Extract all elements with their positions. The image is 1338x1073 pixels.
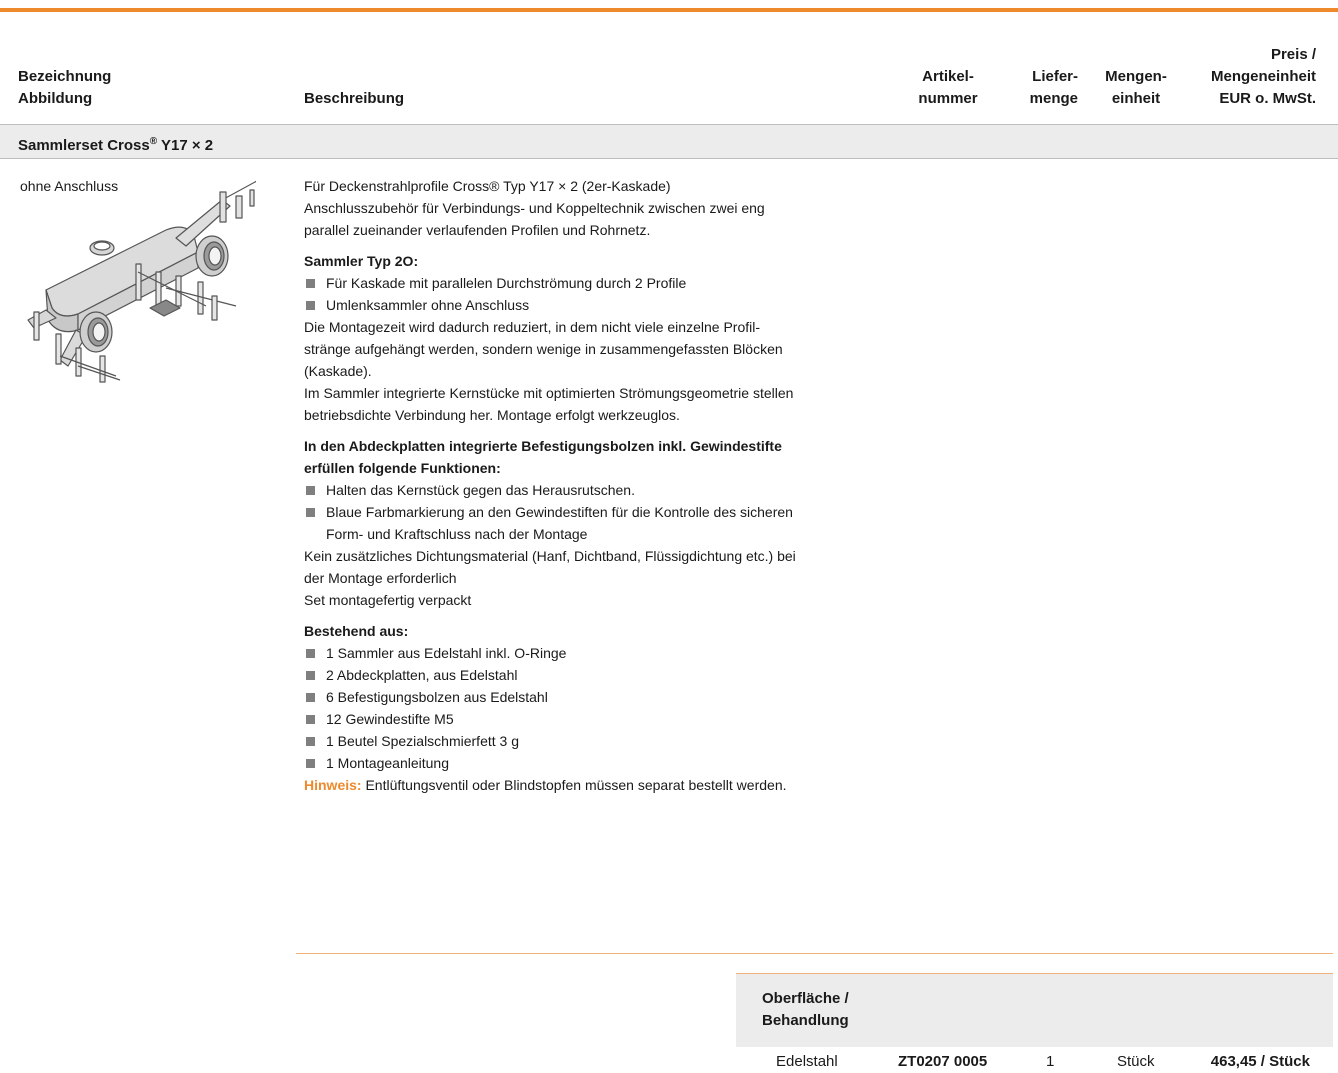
list-item-text: 1 Sammler aus Edelstahl inkl. O-Ringe xyxy=(326,645,567,661)
header-mengeneinheit-line1: Mengen- xyxy=(1105,68,1167,85)
paragraph-line: der Montage erforderlich xyxy=(304,570,457,586)
header-preis-line3: EUR o. MwSt. xyxy=(1219,90,1316,107)
list-item-text: Umlenksammler ohne Anschluss xyxy=(326,297,530,313)
list-item: Halten das Kernstück gegen das Herausrut… xyxy=(304,479,904,501)
bullet-square-icon xyxy=(306,737,315,746)
subtable-header-oberflaeche: Oberfläche / Behandlung xyxy=(762,988,849,1032)
header-liefermenge: Liefer- menge xyxy=(1010,66,1078,110)
cell-article-number: ZT0207 0005 xyxy=(898,1053,988,1070)
list-item-text: 2 Abdeckplatten, aus Edelstahl xyxy=(326,667,518,683)
header-mengeneinheit: Mengen- einheit xyxy=(1092,66,1180,110)
heading-befestigung-line2: erfüllen folgende Funktionen: xyxy=(304,460,501,476)
list-item: 6 Befestigungsbolzen aus Edelstahl xyxy=(304,686,904,708)
section-divider xyxy=(296,953,1333,954)
list-item-text: Für Kaskade mit parallelen Durchströmung… xyxy=(326,275,687,291)
list-item-text: Blaue Farbmarkierung an den Gewindestift… xyxy=(326,504,793,520)
header-preis-line2: Mengeneinheit xyxy=(1210,68,1316,85)
list-item-text: 12 Gewindestifte M5 xyxy=(326,711,454,727)
header-bezeichnung: Bezeichnung Abbildung xyxy=(18,66,111,110)
list-item-continuation: Form- und Kraftschluss nach der Montage xyxy=(326,526,588,542)
cell-price: 463,45 / Stück xyxy=(1210,1053,1310,1070)
bullet-square-icon xyxy=(306,649,315,658)
header-artikelnummer: Artikel- nummer xyxy=(902,66,994,110)
list-item: 1 Sammler aus Edelstahl inkl. O-Ringe xyxy=(304,642,904,664)
header-mengeneinheit-line2: einheit xyxy=(1111,90,1161,107)
list-item: 2 Abdeckplatten, aus Edelstahl xyxy=(304,664,904,686)
subtable-header-line2: Behandlung xyxy=(762,1012,849,1029)
heading-befestigung-line1: In den Abdeckplatten integrierte Befesti… xyxy=(304,438,782,454)
intro-line: Anschlusszubehör für Verbindungs- und Ko… xyxy=(304,200,765,216)
bullet-square-icon xyxy=(306,715,315,724)
bullet-square-icon xyxy=(306,508,315,517)
header-bezeichnung-line1: Bezeichnung xyxy=(18,68,112,85)
cell-surface: Edelstahl xyxy=(776,1053,838,1070)
section-band: Sammlerset Cross® Y17 × 2 xyxy=(0,125,1338,159)
list-item-text: 1 Montageanleitung xyxy=(326,755,449,771)
registered-mark: ® xyxy=(149,136,158,147)
paragraph-line: stränge aufgehängt werden, sondern wenig… xyxy=(304,341,783,357)
list-item-text: 1 Beutel Spezialschmierfett 3 g xyxy=(326,733,519,749)
sammlerset-image xyxy=(27,180,256,383)
section-title-prefix: Sammlerset Cross xyxy=(18,137,150,154)
heading-bestehend-aus: Bestehend aus: xyxy=(304,623,409,639)
note-text: Entlüftungsventil oder Blindstopfen müss… xyxy=(361,777,787,793)
top-accent-bar xyxy=(0,8,1338,12)
section-title: Sammlerset Cross® Y17 × 2 xyxy=(18,132,213,156)
heading-sammler-typ: Sammler Typ 2O: xyxy=(304,253,419,269)
section-title-suffix: Y17 × 2 xyxy=(157,137,214,154)
paragraph-line: Set montagefertig verpackt xyxy=(304,592,472,608)
header-liefermenge-line1: Liefer- xyxy=(1032,68,1078,85)
paragraph-line: (Kaskade). xyxy=(304,363,372,379)
header-bezeichnung-line2: Abbildung xyxy=(18,90,93,107)
cell-quantity: 1 xyxy=(1046,1053,1055,1070)
bullet-square-icon xyxy=(306,486,315,495)
subtable-header-line1: Oberfläche / xyxy=(762,990,849,1007)
list-item: Umlenksammler ohne Anschluss xyxy=(304,294,904,316)
bullet-square-icon xyxy=(306,759,315,768)
subtable-header: Oberfläche / Behandlung xyxy=(736,973,1333,1047)
header-liefermenge-line2: menge xyxy=(1029,90,1078,107)
intro-line: parallel zueinander verlaufenden Profile… xyxy=(304,222,651,238)
paragraph-line: Kein zusätzliches Dichtungsmaterial (Han… xyxy=(304,548,796,564)
paragraph-line: Die Montagezeit wird dadurch reduziert, … xyxy=(304,319,760,335)
header-artikelnummer-line1: Artikel- xyxy=(922,68,974,85)
header-preis-line1: Preis / xyxy=(1270,46,1316,63)
cell-unit: Stück xyxy=(1117,1053,1155,1070)
bullet-square-icon xyxy=(306,301,315,310)
intro-line: Für Deckenstrahlprofile Cross® Typ Y17 ×… xyxy=(304,178,671,194)
bullet-square-icon xyxy=(306,279,315,288)
list-item: 1 Beutel Spezialschmierfett 3 g xyxy=(304,730,904,752)
description: Für Deckenstrahlprofile Cross® Typ Y17 ×… xyxy=(304,175,904,796)
paragraph-line: betriebsdichte Verbindung her. Montage e… xyxy=(304,407,680,423)
list-item-text: 6 Befestigungsbolzen aus Edelstahl xyxy=(326,689,548,705)
heading-befestigung: In den Abdeckplatten integrierte Befesti… xyxy=(304,435,904,479)
note-label: Hinweis: xyxy=(304,777,362,793)
list-item-text: Halten das Kernstück gegen das Herausrut… xyxy=(326,482,635,498)
bullet-square-icon xyxy=(306,671,315,680)
header-preis: Preis / Mengeneinheit EUR o. MwSt. xyxy=(1180,44,1316,110)
list-item: Blaue Farbmarkierung an den Gewindestift… xyxy=(304,501,904,545)
header-artikelnummer-line2: nummer xyxy=(918,90,978,107)
note: Hinweis: Entlüftungsventil oder Blindsto… xyxy=(304,774,904,796)
bullet-square-icon xyxy=(306,693,315,702)
paragraph-line: Im Sammler integrierte Kernstücke mit op… xyxy=(304,385,794,401)
list-item: 12 Gewindestifte M5 xyxy=(304,708,904,730)
list-item: Für Kaskade mit parallelen Durchströmung… xyxy=(304,272,904,294)
list-item: 1 Montageanleitung xyxy=(304,752,904,774)
header-beschreibung: Beschreibung xyxy=(304,90,405,107)
